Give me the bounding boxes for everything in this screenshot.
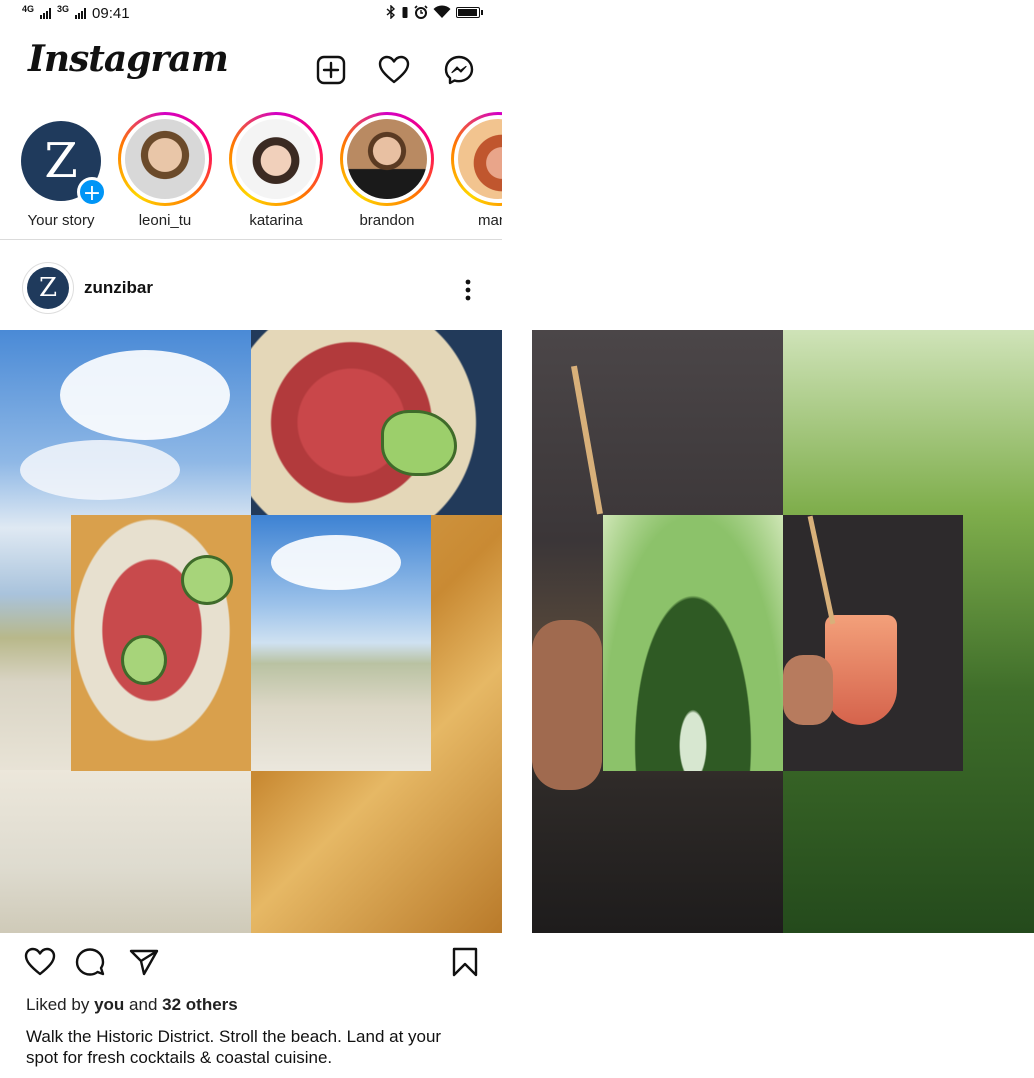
signal-icon: [40, 8, 52, 19]
poke-bowl-photo: [251, 330, 502, 515]
story-label: brandon: [359, 212, 415, 229]
post-avatar[interactable]: Z: [22, 262, 74, 314]
oak-trees-inset: [603, 515, 783, 771]
poke-bowl-inset: [71, 515, 251, 771]
beach-inset: [251, 515, 431, 771]
signal-icon: [75, 8, 87, 19]
like-heart-icon[interactable]: [24, 946, 56, 978]
share-icon[interactable]: [128, 946, 160, 978]
post-image-collage-2[interactable]: [532, 330, 1034, 933]
add-story-icon[interactable]: +: [77, 177, 107, 207]
post-username[interactable]: zunzibar: [84, 278, 153, 298]
network-type-2: 3G: [57, 4, 70, 14]
stories-tray[interactable]: Z + Your story leoni_tu katarina brandon…: [0, 112, 502, 237]
story-your-story[interactable]: Z + Your story: [13, 112, 109, 229]
post-image-collage-1[interactable]: [0, 330, 502, 933]
story-brandon[interactable]: brandon: [339, 112, 435, 229]
status-bar: 4G 3G 09:41: [0, 0, 502, 28]
wifi-icon: [433, 5, 451, 18]
story-manis[interactable]: manis: [450, 112, 502, 229]
story-label: leoni_tu: [138, 212, 192, 229]
more-options-icon[interactable]: [458, 278, 478, 304]
avatar: [125, 119, 205, 199]
new-post-icon[interactable]: [315, 54, 347, 86]
avatar: [458, 119, 502, 199]
liked-by-user[interactable]: you: [94, 995, 124, 1014]
likes-count[interactable]: Liked by you and 32 others: [26, 995, 238, 1015]
battery-icon: [456, 6, 483, 18]
dune-photo: [0, 770, 251, 933]
liked-by-others[interactable]: 32 others: [162, 995, 238, 1014]
post-caption: Walk the Historic District. Stroll the b…: [26, 1027, 442, 1067]
bluetooth-icon: [386, 5, 396, 19]
story-label: manis: [477, 212, 502, 229]
stories-divider: [0, 239, 502, 240]
avatar: [236, 119, 316, 199]
story-label: katarina: [249, 212, 303, 229]
heart-icon[interactable]: [378, 54, 410, 86]
story-label: Your story: [27, 212, 95, 229]
save-bookmark-icon[interactable]: [449, 946, 481, 978]
comment-icon[interactable]: [74, 946, 106, 978]
instagram-logo[interactable]: Instagram: [28, 38, 229, 80]
messenger-icon[interactable]: [443, 54, 475, 86]
vibrate-icon: [402, 6, 408, 18]
alarm-icon: [414, 5, 428, 19]
network-type-1: 4G: [22, 4, 35, 14]
story-leoni-tu[interactable]: leoni_tu: [117, 112, 213, 229]
status-time: 09:41: [92, 5, 130, 22]
cocktail-inset: [783, 515, 963, 771]
avatar: [347, 119, 427, 199]
avatar: Z +: [21, 121, 107, 207]
story-katarina[interactable]: katarina: [228, 112, 324, 229]
